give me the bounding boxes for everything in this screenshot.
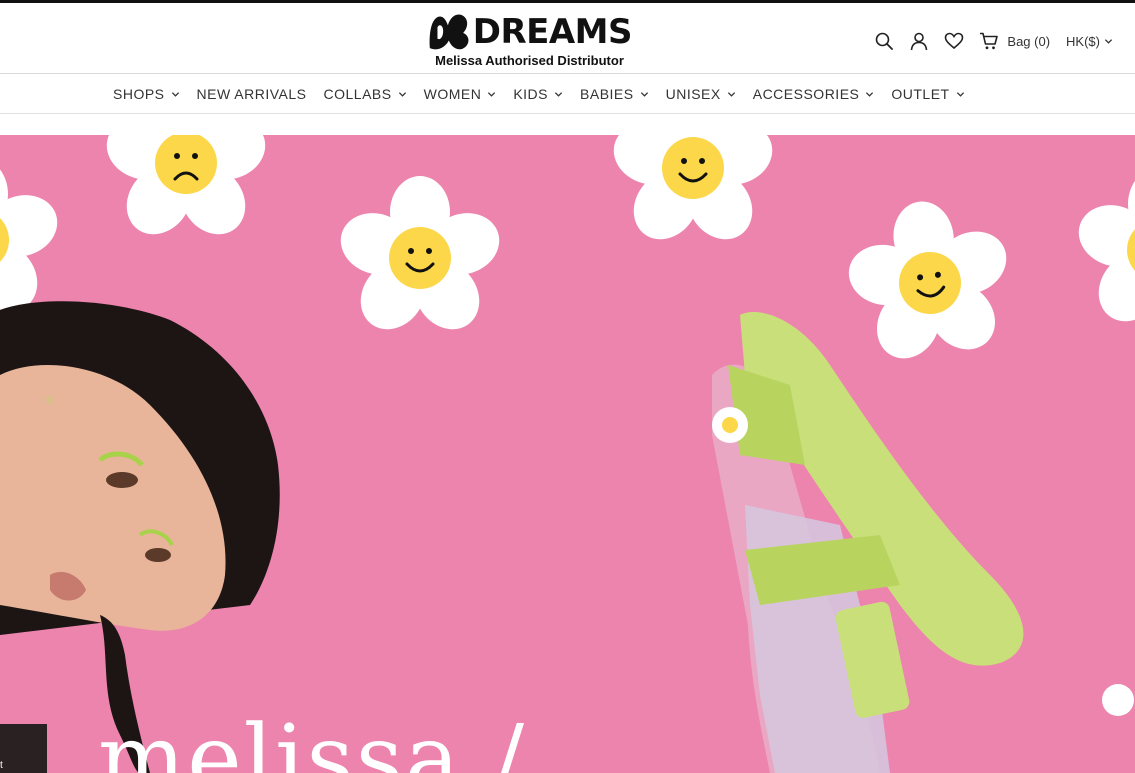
nav-item-label: COLLABS [323, 86, 392, 102]
currency-label: HK($) [1066, 33, 1100, 49]
logo-row: DREAMS [427, 10, 633, 54]
daisy-edge-left [0, 158, 66, 324]
currency-selector[interactable]: HK($) [1066, 34, 1113, 49]
chevron-down-icon [956, 91, 964, 97]
chevron-down-icon [488, 91, 496, 97]
daisy-smile-1 [332, 176, 508, 342]
chevron-down-icon [398, 91, 406, 97]
brand-name: DREAMS [472, 12, 633, 52]
nav-item-new-arrivals[interactable]: NEW ARRIVALS [197, 86, 307, 102]
melissa-m-logo-icon [429, 14, 469, 50]
shopping-bag-icon [980, 32, 999, 50]
daisy-smile-3 [832, 189, 1029, 379]
chat-label: t [0, 760, 3, 771]
chevron-down-icon [1104, 38, 1113, 44]
nav-item-women[interactable]: WOMEN [424, 86, 497, 102]
chevron-down-icon [727, 91, 735, 97]
nav-item-label: ACCESSORIES [752, 86, 860, 102]
heart-icon[interactable] [944, 31, 964, 51]
brand-tagline: Melissa Authorised Distributor [435, 53, 624, 68]
chevron-down-icon [171, 91, 179, 97]
nav-item-label: SHOPS [113, 86, 165, 102]
nav-item-label: OUTLET [891, 86, 950, 102]
bag-button[interactable]: Bag (0) [979, 31, 1050, 51]
search-icon[interactable] [874, 31, 894, 51]
nav-item-label: WOMEN [423, 86, 482, 102]
nav-list: SHOPS NEW ARRIVALS COLLABS WOMEN KIDS BA… [113, 74, 982, 114]
daisy-sad [98, 135, 274, 247]
model-figure [0, 301, 280, 773]
site-header: DREAMS Melissa Authorised Distributor Ba… [0, 0, 1135, 74]
chevron-down-icon [554, 91, 563, 97]
header-utilities: Bag (0) HK($) [874, 29, 1113, 53]
nav-item-label: KIDS [513, 86, 549, 102]
nav-item-label: NEW ARRIVALS [196, 86, 307, 102]
daisy-smile-2 [605, 135, 781, 252]
nav-item-shops[interactable]: SHOPS [113, 86, 180, 102]
chevron-down-icon [640, 91, 648, 97]
chat-widget-button[interactable]: t [0, 724, 47, 773]
nav-item-unisex[interactable]: UNISEX [666, 86, 736, 102]
nav-item-outlet[interactable]: OUTLET [891, 86, 964, 102]
daisy-edge-right [1070, 168, 1135, 334]
nav-item-label: UNISEX [665, 86, 721, 102]
nav-item-kids[interactable]: KIDS [513, 86, 563, 102]
hero-illustration [0, 135, 1135, 773]
nav-item-accessories[interactable]: ACCESSORIES [753, 86, 875, 102]
hero-headline: melissa / [98, 705, 527, 773]
shoe-figure [712, 312, 1134, 773]
nav-item-collabs[interactable]: COLLABS [324, 86, 407, 102]
hero-banner[interactable]: melissa / [0, 135, 1135, 773]
brand-logo[interactable]: DREAMS Melissa Authorised Distributor [427, 10, 633, 74]
nav-item-babies[interactable]: BABIES [580, 86, 649, 102]
user-icon[interactable] [909, 31, 929, 51]
chevron-down-icon [866, 91, 874, 97]
main-navigation: SHOPS NEW ARRIVALS COLLABS WOMEN KIDS BA… [0, 74, 1135, 114]
bag-label: Bag (0) [1007, 33, 1051, 49]
nav-item-label: BABIES [580, 86, 634, 102]
